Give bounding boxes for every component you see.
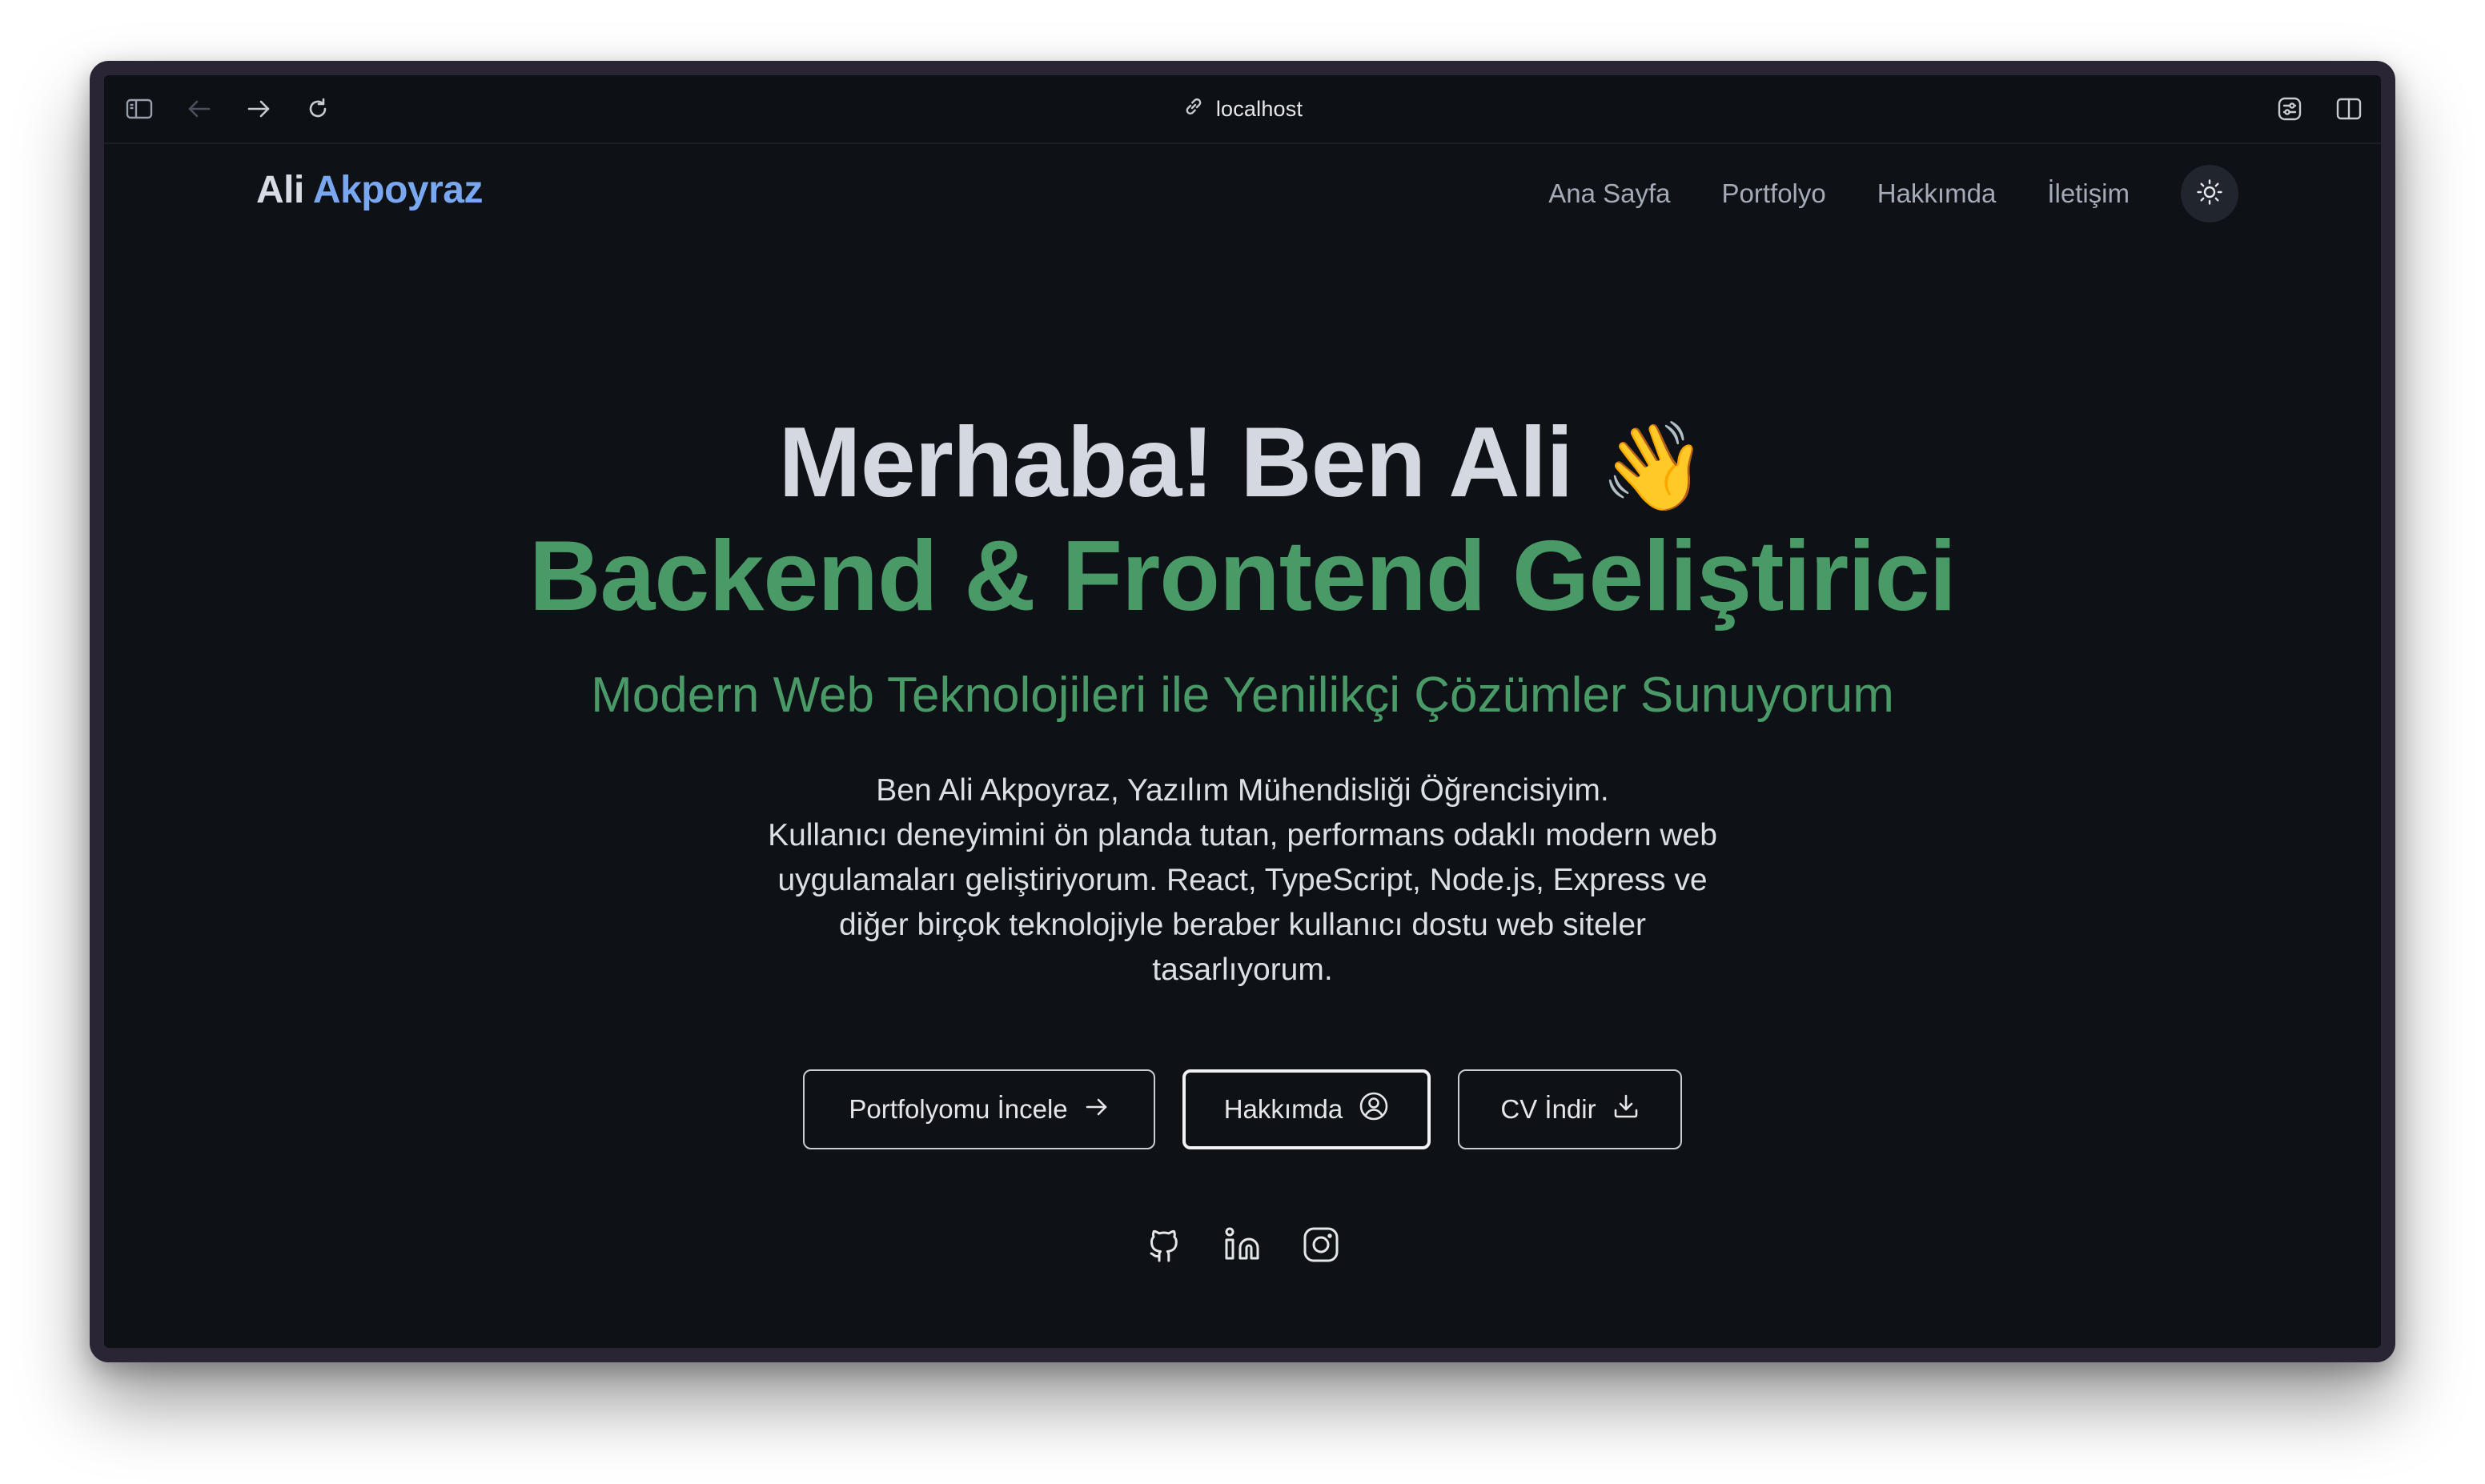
hero-role: Backend & Frontend Geliştirici xyxy=(528,521,1957,632)
download-cv-label: CV İndir xyxy=(1500,1094,1596,1124)
arrow-right-icon xyxy=(1084,1094,1110,1125)
description-line: uygulamaları geliştiriyorum. React, Type… xyxy=(777,863,1708,897)
extensions-icon[interactable] xyxy=(2272,91,2307,126)
hero-title: Merhaba! Ben Ali 👋 xyxy=(104,408,2381,522)
page-content: Ali Akpoyraz Ana Sayfa Portfolyo Hakkımd… xyxy=(104,144,2381,1348)
nav-link-portfolio[interactable]: Portfolyo xyxy=(1722,166,1826,222)
description-line: Kullanıcı deneyimini ön planda tutan, pe… xyxy=(768,818,1717,852)
linkedin-icon[interactable] xyxy=(1222,1225,1263,1265)
user-circle-icon xyxy=(1359,1091,1389,1128)
social-links xyxy=(104,1225,2381,1265)
download-icon xyxy=(1612,1093,1640,1126)
description-line: diğer birçok teknolojiyle beraber kullan… xyxy=(838,908,1647,942)
browser-toolbar: localhost xyxy=(104,75,2381,144)
logo-last-name: Akpoyraz xyxy=(312,169,484,211)
link-icon xyxy=(1182,95,1205,123)
nav-link-about[interactable]: Hakkımda xyxy=(1877,166,1997,222)
instagram-icon[interactable] xyxy=(1301,1225,1341,1265)
browser-window: localhost Ali Akpoyraz Ana Sayfa Portfol… xyxy=(90,61,2395,1362)
description-line: tasarlıyorum. xyxy=(1152,953,1333,987)
sun-icon xyxy=(2196,178,2223,210)
hero-description: Ben Ali Akpoyraz, Yazılım Mühendisliği Ö… xyxy=(714,768,1771,993)
main-nav: Ana Sayfa Portfolyo Hakkımda İletişim xyxy=(1548,165,2238,223)
url-text: localhost xyxy=(1215,96,1303,121)
hero-section: Merhaba! Ben Ali 👋 Backend & Frontend Ge… xyxy=(104,408,2381,1265)
github-icon[interactable] xyxy=(1144,1225,1184,1265)
view-portfolio-label: Portfolyomu İncele xyxy=(849,1094,1068,1124)
about-label: Hakkımda xyxy=(1223,1094,1343,1124)
hero-tagline: Modern Web Teknolojileri ile Yenilikçi Ç… xyxy=(591,668,1894,723)
about-button[interactable]: Hakkımda xyxy=(1182,1069,1431,1149)
site-logo[interactable]: Ali Akpoyraz xyxy=(256,168,483,212)
cta-buttons: Portfolyomu İncele Hakkımda CV İndir xyxy=(104,1069,2381,1149)
download-cv-button[interactable]: CV İndir xyxy=(1458,1069,1682,1149)
logo-first-name: Ali xyxy=(256,169,304,211)
view-portfolio-button[interactable]: Portfolyomu İncele xyxy=(803,1069,1155,1149)
split-view-icon[interactable] xyxy=(2331,91,2367,126)
hero-title-text: Merhaba! Ben Ali xyxy=(778,407,1573,518)
address-bar[interactable]: localhost xyxy=(104,75,2381,142)
description-line: Ben Ali Akpoyraz, Yazılım Mühendisliği Ö… xyxy=(876,773,1609,808)
nav-link-home[interactable]: Ana Sayfa xyxy=(1548,166,1670,222)
waving-hand-icon: 👋 xyxy=(1600,417,1707,517)
nav-link-contact[interactable]: İletişim xyxy=(2047,166,2130,222)
theme-toggle-button[interactable] xyxy=(2181,165,2238,223)
